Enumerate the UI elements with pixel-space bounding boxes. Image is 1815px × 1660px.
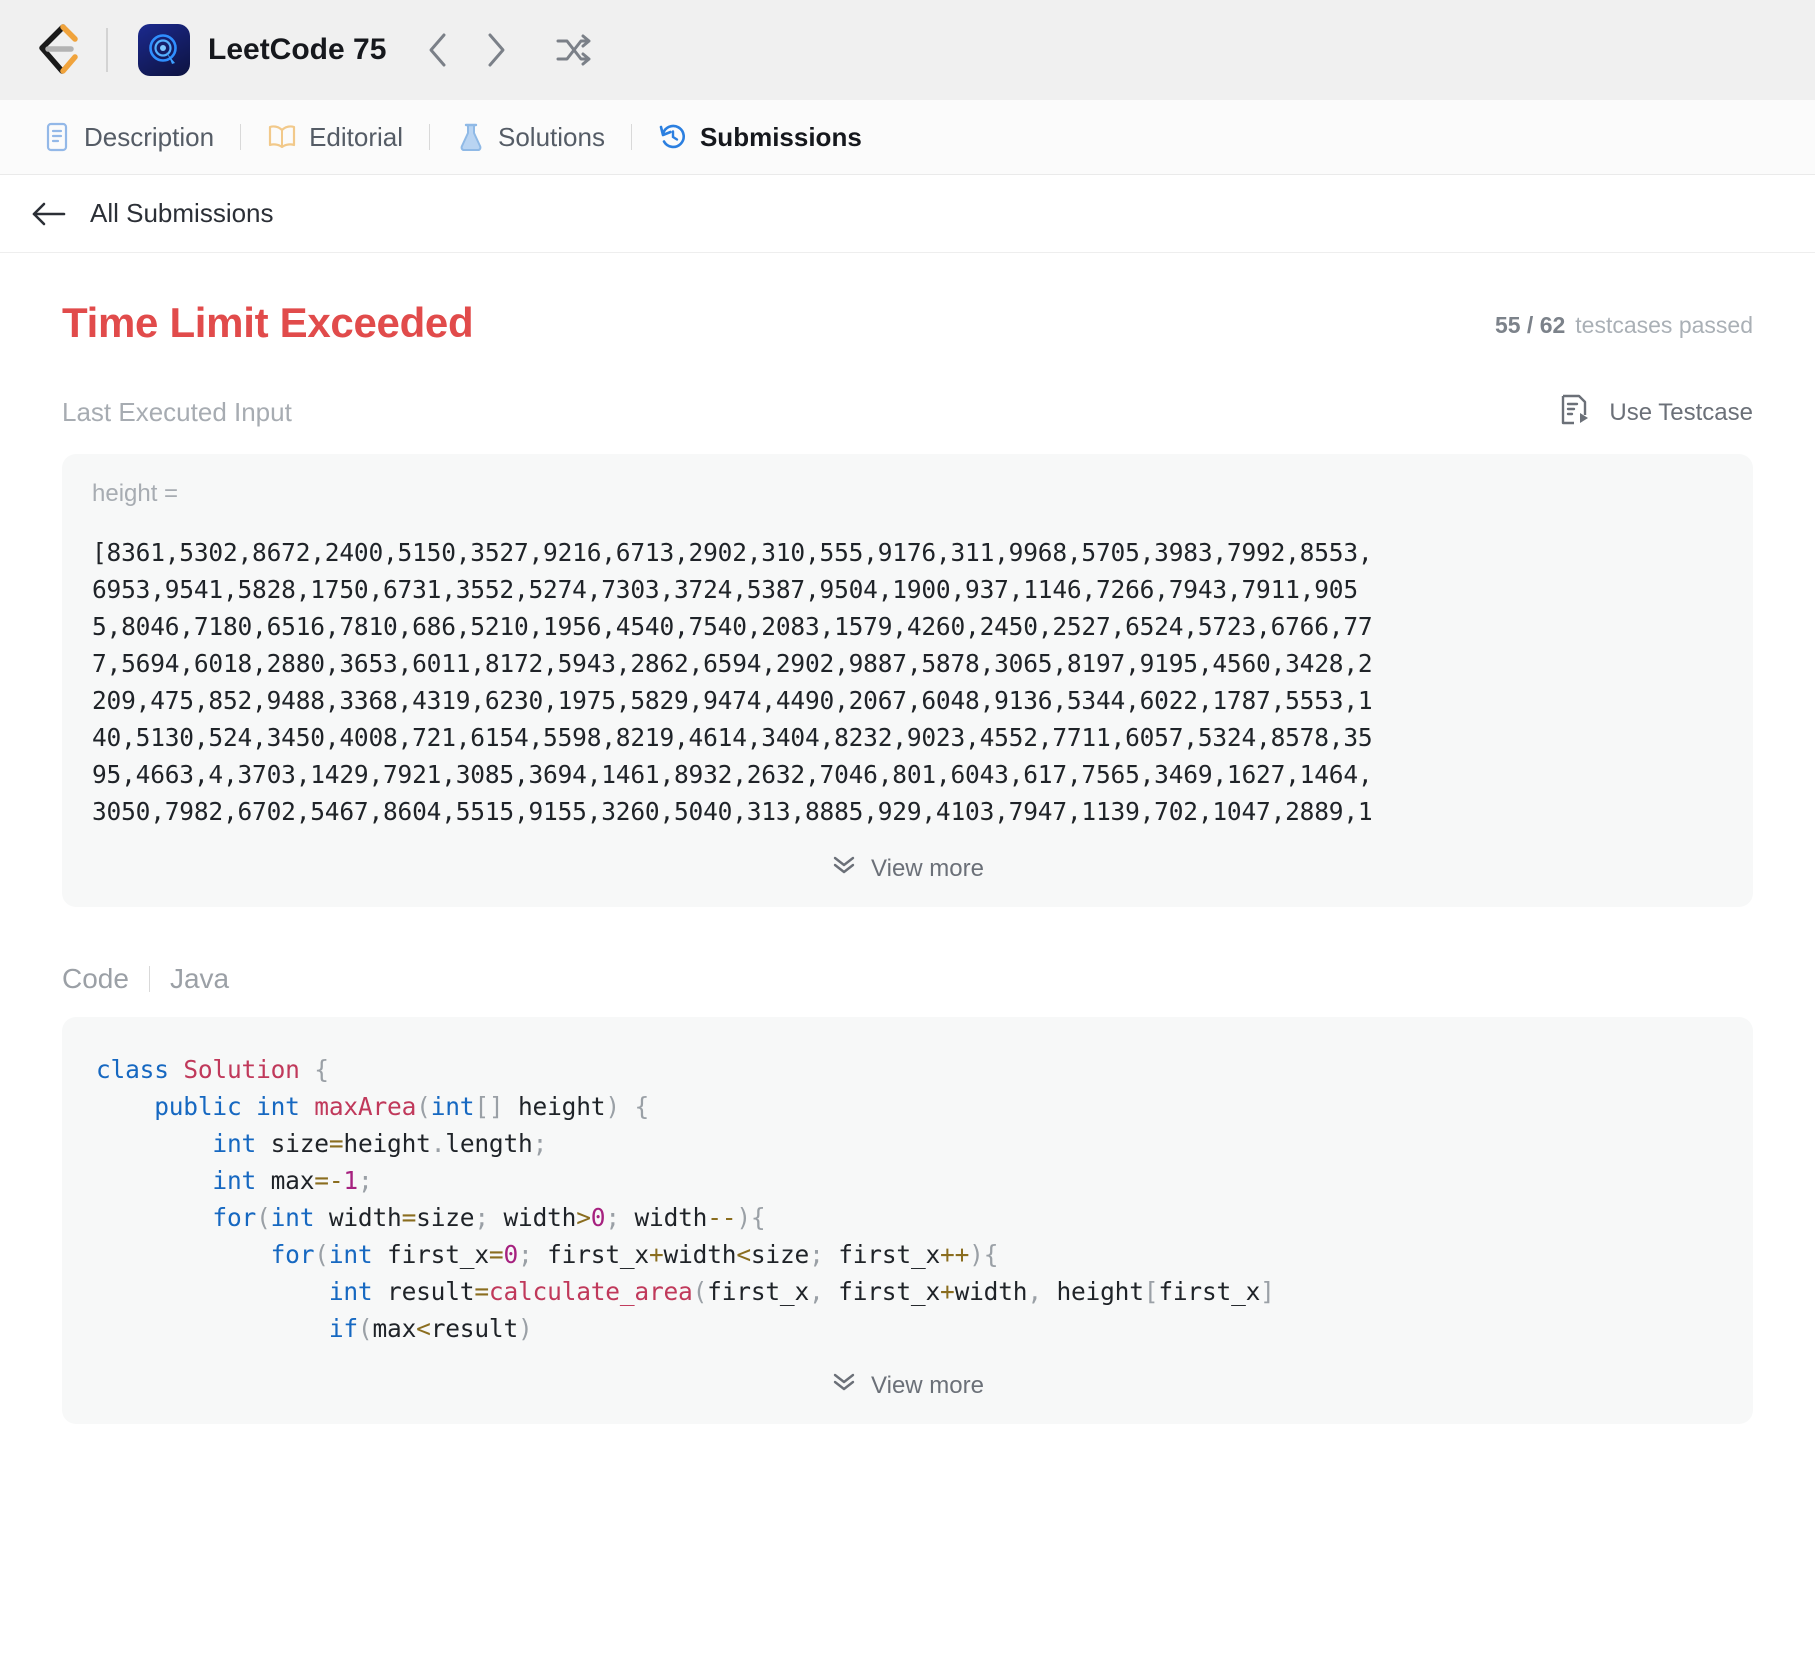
document-icon	[42, 122, 72, 152]
shuffle-icon[interactable]	[550, 26, 598, 74]
window-titlebar: LeetCode 75	[0, 0, 1815, 100]
problem-tabs: Description Editorial Solutions Submissi…	[0, 100, 1815, 175]
app-title: LeetCode 75	[208, 33, 387, 66]
chevron-double-down-icon	[831, 854, 857, 883]
input-value-line: 3050,7982,6702,5467,8604,5515,9155,3260,…	[92, 797, 1373, 826]
tab-label-submissions: Submissions	[699, 121, 862, 152]
tab-editorial[interactable]: Editorial	[263, 122, 407, 153]
titlebar-divider	[106, 28, 108, 72]
input-value-line: 209,475,852,9488,3368,4319,6230,1975,582…	[92, 686, 1373, 715]
all-submissions-bar[interactable]: All Submissions	[0, 175, 1815, 253]
source-code-line: class Solution {	[96, 1055, 329, 1084]
submission-detail: Time Limit Exceeded 55 / 62 testcases pas…	[0, 253, 1815, 1424]
tab-separator	[630, 124, 632, 150]
source-code-line: public int maxArea(int[] height) {	[154, 1092, 649, 1121]
chevron-right-icon[interactable]	[472, 26, 520, 74]
use-testcase-button[interactable]: Use Testcase	[1559, 393, 1753, 432]
flask-icon	[456, 122, 486, 152]
use-testcase-label: Use Testcase	[1609, 398, 1753, 426]
leetcode-study-plan-icon	[138, 24, 190, 76]
tab-separator	[240, 124, 242, 150]
source-code-line: int result=calculate_area(first_x, first…	[328, 1277, 1275, 1306]
input-value-line: 7,5694,6018,2880,3653,6011,8172,5943,286…	[92, 649, 1373, 678]
tab-label-description: Description	[84, 121, 215, 152]
all-submissions-label: All Submissions	[90, 198, 274, 228]
input-value-line: 40,5130,524,3450,4008,721,6154,5598,8219…	[92, 723, 1373, 752]
last-executed-input-label: Last Executed Input	[62, 397, 292, 427]
input-panel: height = [8361,5302,8672,2400,5150,3527,…	[62, 454, 1753, 907]
leetcode-logo-icon[interactable]	[30, 21, 84, 79]
tab-separator	[429, 124, 430, 150]
source-code-line: if(max<result)	[328, 1314, 533, 1343]
code-header: Code Java	[62, 963, 1753, 995]
input-value-line: 5,8046,7180,6516,7810,686,5210,1956,4540…	[92, 612, 1373, 641]
testcases-count: 55 / 62	[1494, 312, 1566, 338]
source-code-line: int max=-1;	[212, 1166, 373, 1195]
input-view-more-label: View more	[871, 854, 984, 882]
tab-solutions[interactable]: Solutions	[452, 122, 609, 153]
tab-submissions[interactable]: Submissions	[654, 122, 866, 153]
code-language-label: Java	[169, 963, 230, 994]
last-executed-input-row: Last Executed Input Use Testcase	[62, 393, 1753, 432]
tab-label-editorial: Editorial	[309, 121, 403, 152]
tab-label-solutions: Solutions	[498, 121, 605, 152]
source-code-line: int size=height.length;	[212, 1129, 548, 1158]
book-icon	[267, 122, 297, 152]
code-view-more-label: View more	[871, 1371, 984, 1399]
source-code-line: for(int first_x=0; first_x+width<size; f…	[270, 1240, 999, 1269]
code-header-separator	[148, 966, 150, 992]
tab-description[interactable]: Description	[38, 122, 218, 153]
verdict-text: Time Limit Exceeded	[62, 299, 474, 346]
input-variable-label: height =	[92, 480, 179, 507]
source-code-line: for(int width=size; width>0; width--){	[212, 1203, 766, 1232]
chevron-double-down-icon	[831, 1371, 857, 1400]
input-view-more-button[interactable]: View more	[92, 846, 1723, 889]
code-view-more-button[interactable]: View more	[96, 1363, 1719, 1406]
history-icon	[658, 122, 688, 152]
source-code: class Solution { public int maxArea(int[…	[96, 1051, 1719, 1347]
input-value: [8361,5302,8672,2400,5150,3527,9216,6713…	[92, 534, 1723, 830]
testcases-passed-label: testcases passed	[1575, 312, 1753, 338]
code-label: Code	[62, 963, 129, 994]
arrow-left-icon[interactable]	[32, 196, 68, 232]
input-value-line: 95,4663,4,3703,1429,7921,3085,3694,1461,…	[92, 760, 1373, 789]
code-panel: class Solution { public int maxArea(int[…	[62, 1017, 1753, 1424]
chevron-left-icon[interactable]	[414, 26, 462, 74]
verdict-row: Time Limit Exceeded 55 / 62 testcases pas…	[62, 253, 1753, 347]
input-value-line: 6953,9541,5828,1750,6731,3552,5274,7303,…	[92, 575, 1358, 604]
testcase-run-icon	[1559, 393, 1591, 432]
input-value-line: [8361,5302,8672,2400,5150,3527,9216,6713…	[92, 538, 1373, 567]
testcases-passed: 55 / 62 testcases passed	[1495, 312, 1753, 347]
